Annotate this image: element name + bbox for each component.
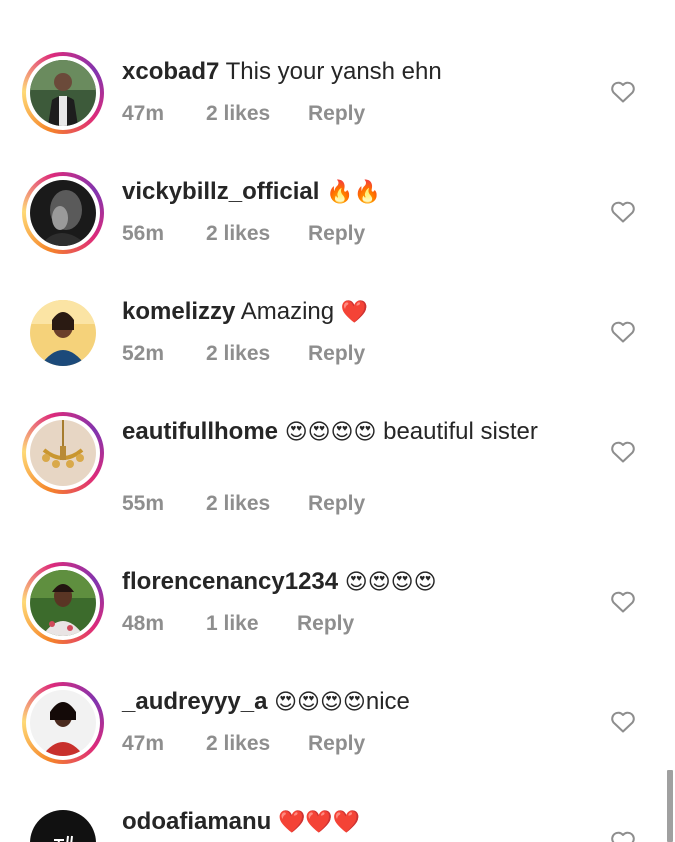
comment-body-continued: sister	[480, 418, 538, 445]
comment-emojis: 😍😍😍😍	[274, 690, 366, 715]
avatar	[30, 60, 96, 126]
heart-outline-icon[interactable]	[610, 440, 636, 464]
comment-username[interactable]: odoafiamanu	[122, 808, 271, 835]
comment-meta: 48m 1 like Reply	[122, 612, 354, 636]
comment-likes[interactable]: 2 likes	[206, 492, 308, 516]
comment-emojis: 😍😍😍😍	[344, 570, 437, 595]
comment-time: 47m	[122, 732, 165, 755]
comment-time: 48m	[122, 612, 165, 635]
heart-outline-icon[interactable]	[610, 320, 636, 344]
comment-likes[interactable]: 2 likes	[206, 732, 308, 756]
scrollbar[interactable]	[667, 770, 673, 842]
comment-text: _audreyyy_a 😍😍😍😍nice	[122, 686, 592, 718]
comment-text: xcobad7 This your yansh ehn	[122, 56, 592, 87]
avatar-ring[interactable]	[22, 412, 104, 494]
avatar-ring[interactable]	[22, 682, 104, 764]
comment-meta: 47m 2 likes Reply	[122, 102, 365, 126]
comment-item: odoafiamanu ❤️❤️❤️	[0, 802, 675, 842]
avatar-ring[interactable]	[22, 562, 104, 644]
comment-text: vickybillz_official 🔥🔥	[122, 176, 592, 208]
comment-username[interactable]: _audreyyy_a	[122, 688, 267, 715]
comment-body: nice	[365, 688, 410, 715]
comment-username[interactable]: xcobad7	[122, 58, 219, 85]
comment-meta: 56m 2 likes Reply	[122, 222, 365, 246]
comment-username[interactable]: eautifullhome	[122, 418, 278, 445]
comment-time: 47m	[122, 102, 165, 125]
comment-likes[interactable]: 1 like	[206, 612, 297, 636]
heart-outline-icon[interactable]	[610, 200, 636, 224]
reply-button[interactable]: Reply	[308, 222, 365, 246]
comment-text: eautifullhome 😍😍😍😍 beautiful sister	[122, 416, 592, 448]
heart-outline-icon[interactable]	[610, 830, 636, 842]
comment-time: 55m	[122, 492, 165, 515]
comment-body: beautiful	[383, 418, 474, 445]
comment-meta: 55m 2 likes Reply	[122, 492, 365, 516]
reply-button[interactable]: Reply	[308, 492, 365, 516]
avatar	[30, 300, 96, 366]
heart-outline-icon[interactable]	[610, 710, 636, 734]
comment-body: Amazing	[240, 298, 335, 325]
avatar	[30, 180, 96, 246]
avatar	[30, 810, 96, 842]
comment-meta: 47m 2 likes Reply	[122, 732, 365, 756]
avatar	[30, 690, 96, 756]
comment-emojis: 🔥🔥	[326, 180, 381, 205]
reply-button[interactable]: Reply	[308, 342, 365, 366]
avatar-ring[interactable]	[22, 802, 104, 842]
comment-likes[interactable]: 2 likes	[206, 102, 308, 126]
avatar	[30, 420, 96, 486]
comment-emojis: ❤️	[340, 300, 369, 325]
comment-time: 56m	[122, 222, 165, 245]
comment-text: komelizzy Amazing ❤️	[122, 296, 592, 328]
avatar-ring[interactable]	[22, 52, 104, 134]
avatar-ring[interactable]	[22, 292, 104, 374]
comment-text: florencenancy1234 😍😍😍😍	[122, 566, 592, 598]
avatar	[30, 570, 96, 636]
comment-username[interactable]: florencenancy1234	[122, 568, 338, 595]
comment-body: This your yansh ehn	[225, 58, 442, 85]
comment-time: 52m	[122, 342, 165, 365]
comment-list: xcobad7 This your yansh ehn 47m 2 likes …	[0, 0, 675, 842]
comment-emojis: ❤️❤️❤️	[278, 810, 361, 835]
comment-text: odoafiamanu ❤️❤️❤️	[122, 806, 592, 838]
comment-likes[interactable]: 2 likes	[206, 342, 308, 366]
avatar-ring[interactable]	[22, 172, 104, 254]
reply-button[interactable]: Reply	[297, 612, 354, 636]
comment-username[interactable]: komelizzy	[122, 298, 235, 325]
comment-meta: 52m 2 likes Reply	[122, 342, 365, 366]
heart-outline-icon[interactable]	[610, 80, 636, 104]
comment-emojis: 😍😍😍😍	[284, 420, 377, 445]
comment-username[interactable]: vickybillz_official	[122, 178, 319, 205]
heart-outline-icon[interactable]	[610, 590, 636, 614]
reply-button[interactable]: Reply	[308, 102, 365, 126]
reply-button[interactable]: Reply	[308, 732, 365, 756]
comment-likes[interactable]: 2 likes	[206, 222, 308, 246]
